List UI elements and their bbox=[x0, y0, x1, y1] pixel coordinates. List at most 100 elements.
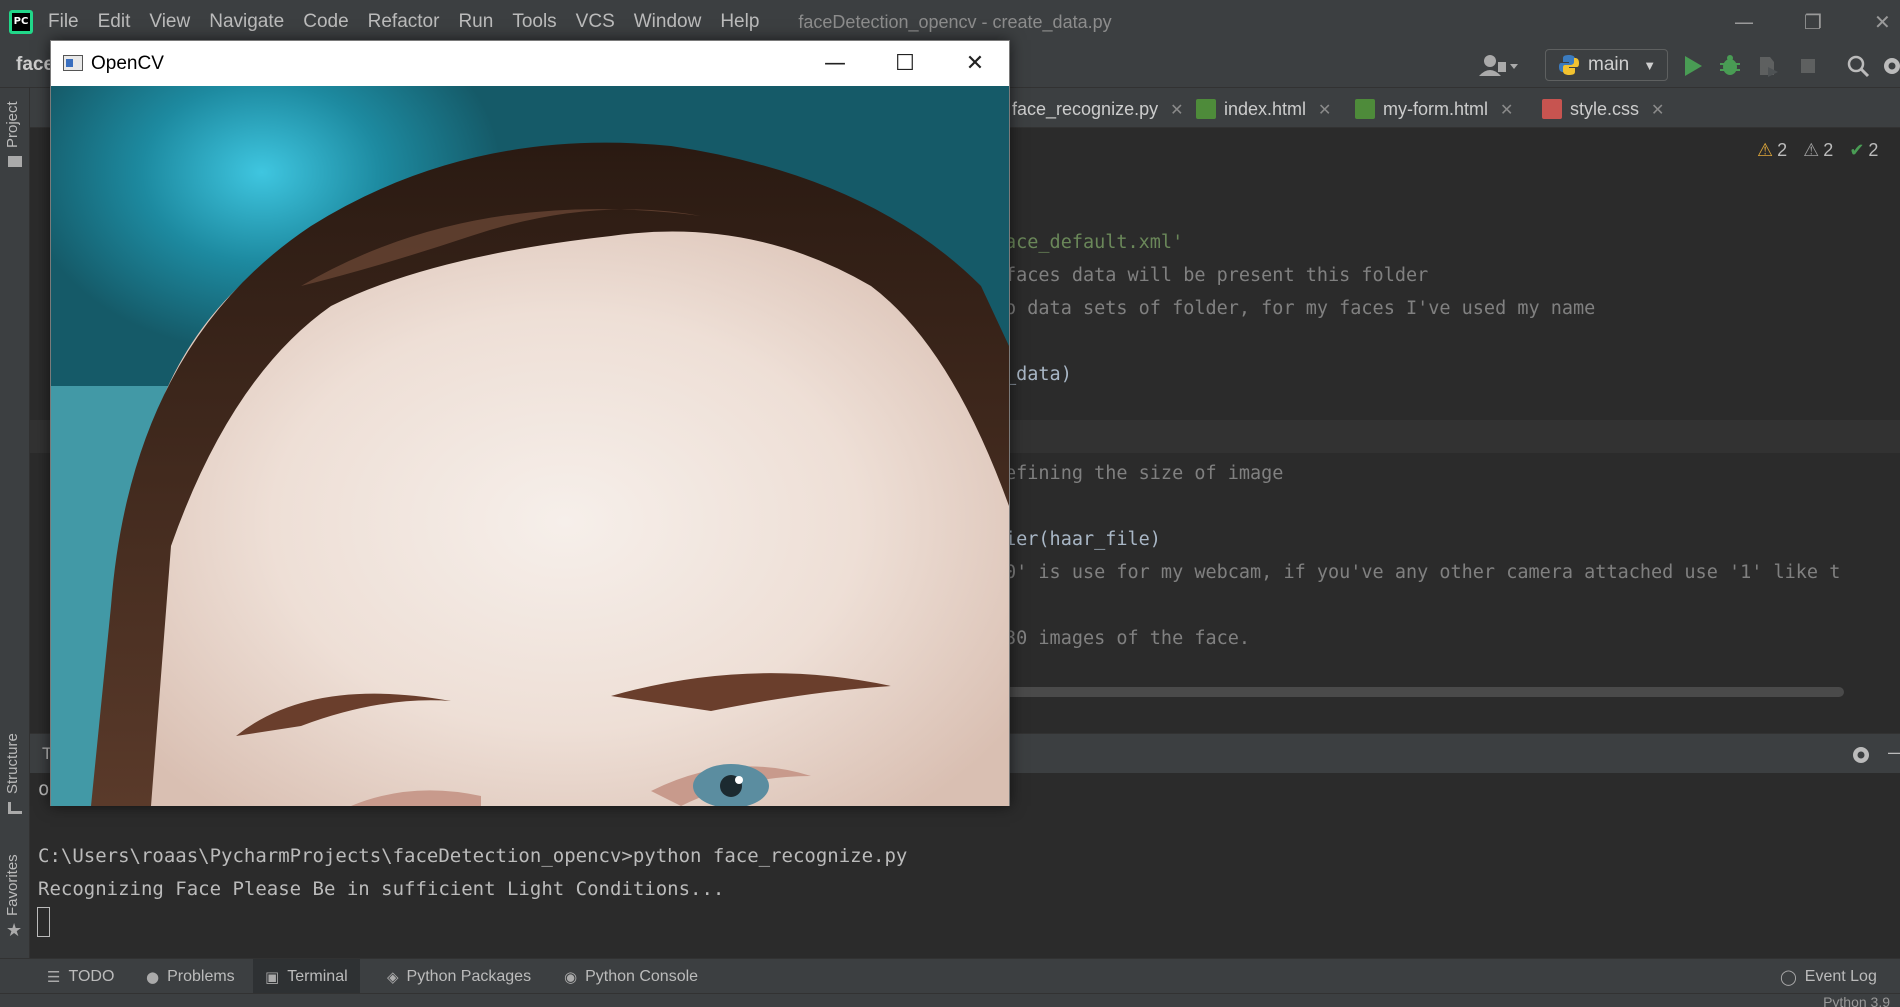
problems-tool-button[interactable]: ● Problems bbox=[134, 959, 247, 994]
opencv-title-bar[interactable]: OpenCV — ☐ ✕ bbox=[51, 41, 1009, 86]
tab-label: index.html bbox=[1224, 98, 1307, 119]
code-line: 0' is use for my webcam, if you've any o… bbox=[1005, 562, 1841, 583]
menu-window[interactable]: Window bbox=[634, 11, 702, 33]
todo-tool-button[interactable]: ☰ TODO bbox=[35, 959, 126, 994]
python-console-tool-button[interactable]: ◉ Python Console bbox=[552, 959, 710, 994]
weak-warning-count: 2 bbox=[1823, 139, 1834, 160]
ide-restore-icon[interactable]: ❐ bbox=[1804, 10, 1822, 34]
html-file-icon bbox=[1196, 99, 1216, 119]
maximize-icon[interactable]: ☐ bbox=[885, 47, 925, 81]
tab-face-recognize[interactable]: face_recognize.py ✕ bbox=[1012, 96, 1184, 122]
terminal-line: C:\Users\roaas\PycharmProjects\faceDetec… bbox=[38, 845, 908, 867]
checkmark-icon: ✔ bbox=[1849, 139, 1865, 161]
opencv-window[interactable]: OpenCV — ☐ ✕ bbox=[50, 40, 1010, 806]
interpreter-status[interactable]: Python 3.9 bbox=[1823, 994, 1890, 1007]
coverage-icon[interactable] bbox=[1756, 54, 1780, 78]
terminal-line: Recognizing Face Please Be in sufficient… bbox=[38, 878, 725, 900]
opencv-window-title: OpenCV bbox=[91, 53, 164, 74]
warning-count: 2 bbox=[1777, 139, 1788, 160]
tab-label: face_recognize.py bbox=[1012, 98, 1159, 119]
menu-help[interactable]: Help bbox=[720, 11, 759, 33]
terminal-label: Terminal bbox=[287, 967, 348, 985]
terminal-icon: ▣ bbox=[265, 967, 280, 986]
settings-gear-icon[interactable] bbox=[1880, 54, 1900, 78]
run-config-label: main bbox=[1588, 54, 1630, 75]
menu-run[interactable]: Run bbox=[458, 11, 493, 33]
structure-icon bbox=[8, 802, 22, 814]
typo-count: 2 bbox=[1868, 139, 1879, 160]
menu-file[interactable]: File bbox=[48, 11, 79, 33]
python-packages-label: Python Packages bbox=[406, 967, 532, 985]
webcam-face-picture bbox=[51, 86, 1009, 806]
event-log-label: Event Log bbox=[1804, 967, 1877, 985]
python-console-icon: ◉ bbox=[564, 967, 578, 986]
chevron-down-icon: ▼ bbox=[1643, 57, 1657, 73]
code-line: ier(haar_file) bbox=[1005, 529, 1161, 550]
settings-gear-icon[interactable] bbox=[1850, 744, 1872, 766]
menu-view[interactable]: View bbox=[149, 11, 190, 33]
project-tool-tab[interactable]: Project bbox=[4, 101, 21, 148]
user-icon[interactable] bbox=[1476, 52, 1522, 80]
menu-bar: PC File Edit View Navigate Code Refactor… bbox=[0, 0, 1900, 44]
close-icon[interactable]: ✕ bbox=[955, 47, 995, 81]
debug-icon[interactable] bbox=[1718, 54, 1742, 78]
code-line: _data) bbox=[1005, 364, 1072, 385]
menu-refactor[interactable]: Refactor bbox=[368, 11, 440, 33]
close-icon[interactable]: ✕ bbox=[1500, 100, 1513, 119]
favorites-tool-tab[interactable]: Favorites bbox=[4, 854, 21, 916]
pycharm-logo-icon: PC bbox=[9, 10, 33, 34]
terminal-cursor bbox=[37, 907, 50, 937]
event-log-tool-button[interactable]: ◯ Event Log bbox=[1768, 959, 1889, 994]
html-file-icon bbox=[1355, 99, 1375, 119]
tab-label: style.css bbox=[1570, 98, 1640, 119]
left-tool-strip: Project Structure Favorites ★ bbox=[0, 88, 30, 958]
close-icon[interactable]: ✕ bbox=[1651, 100, 1664, 119]
code-line: o data sets of folder, for my faces I've… bbox=[1005, 298, 1596, 319]
logo-text: PC bbox=[12, 13, 30, 31]
tab-my-form-html[interactable]: my-form.html ✕ bbox=[1355, 96, 1513, 122]
problems-label: Problems bbox=[167, 967, 235, 985]
menu-vcs[interactable]: VCS bbox=[576, 11, 615, 33]
code-line: 30 images of the face. bbox=[1005, 628, 1251, 649]
weak-warning-icon: ⚠ bbox=[1803, 139, 1820, 161]
stop-icon[interactable] bbox=[1798, 54, 1818, 78]
menu-code[interactable]: Code bbox=[303, 11, 348, 33]
terminal-tool-button[interactable]: ▣ Terminal bbox=[253, 959, 360, 994]
menu-navigate[interactable]: Navigate bbox=[209, 11, 284, 33]
ide-minimize-icon[interactable]: — bbox=[1734, 10, 1754, 34]
inspection-widget[interactable]: ⚠ 2 ⚠ 2 ✔ 2 ⌃ ⌄ bbox=[1757, 138, 1900, 162]
minimize-icon[interactable]: — bbox=[815, 47, 855, 81]
run-icon[interactable] bbox=[1682, 54, 1704, 78]
code-line: ace_default.xml' bbox=[1005, 232, 1184, 253]
status-bar: Python 3.9 bbox=[0, 993, 1900, 1007]
window-app-icon bbox=[63, 55, 83, 71]
horizontal-scrollbar[interactable] bbox=[910, 687, 1844, 697]
menu-tools[interactable]: Tools bbox=[512, 11, 556, 33]
structure-tool-tab[interactable]: Structure bbox=[4, 733, 21, 794]
star-icon: ★ bbox=[6, 920, 23, 941]
run-config-selector[interactable]: main ▼ bbox=[1545, 49, 1668, 81]
event-log-icon: ◯ bbox=[1780, 967, 1797, 986]
webcam-frame-image bbox=[51, 86, 1009, 806]
search-icon[interactable] bbox=[1846, 54, 1870, 78]
breadcrumb[interactable]: face bbox=[16, 54, 54, 76]
python-packages-tool-button[interactable]: ◈ Python Packages bbox=[375, 959, 543, 994]
terminal-partial-line: o bbox=[38, 778, 50, 800]
code-line: faces data will be present this folder bbox=[1005, 265, 1429, 286]
folder-icon bbox=[8, 156, 22, 167]
tab-index-html[interactable]: index.html ✕ bbox=[1196, 96, 1331, 122]
bottom-tool-bar: ☰ TODO ● Problems ▣ Terminal ◈ Python Pa… bbox=[0, 958, 1900, 994]
hide-panel-icon[interactable]: — bbox=[1888, 742, 1900, 763]
warning-icon: ⚠ bbox=[1757, 139, 1774, 161]
close-icon[interactable]: ✕ bbox=[1318, 100, 1331, 119]
ide-close-icon[interactable]: ✕ bbox=[1874, 10, 1891, 34]
close-icon[interactable]: ✕ bbox=[1170, 100, 1183, 119]
list-icon: ☰ bbox=[47, 967, 61, 986]
python-icon bbox=[1559, 55, 1579, 75]
code-line: efining the size of image bbox=[1005, 463, 1284, 484]
menu-edit[interactable]: Edit bbox=[98, 11, 131, 33]
css-file-icon bbox=[1542, 99, 1562, 119]
problems-icon: ● bbox=[146, 967, 160, 986]
tab-style-css[interactable]: style.css ✕ bbox=[1542, 96, 1664, 122]
packages-icon: ◈ bbox=[387, 967, 399, 986]
